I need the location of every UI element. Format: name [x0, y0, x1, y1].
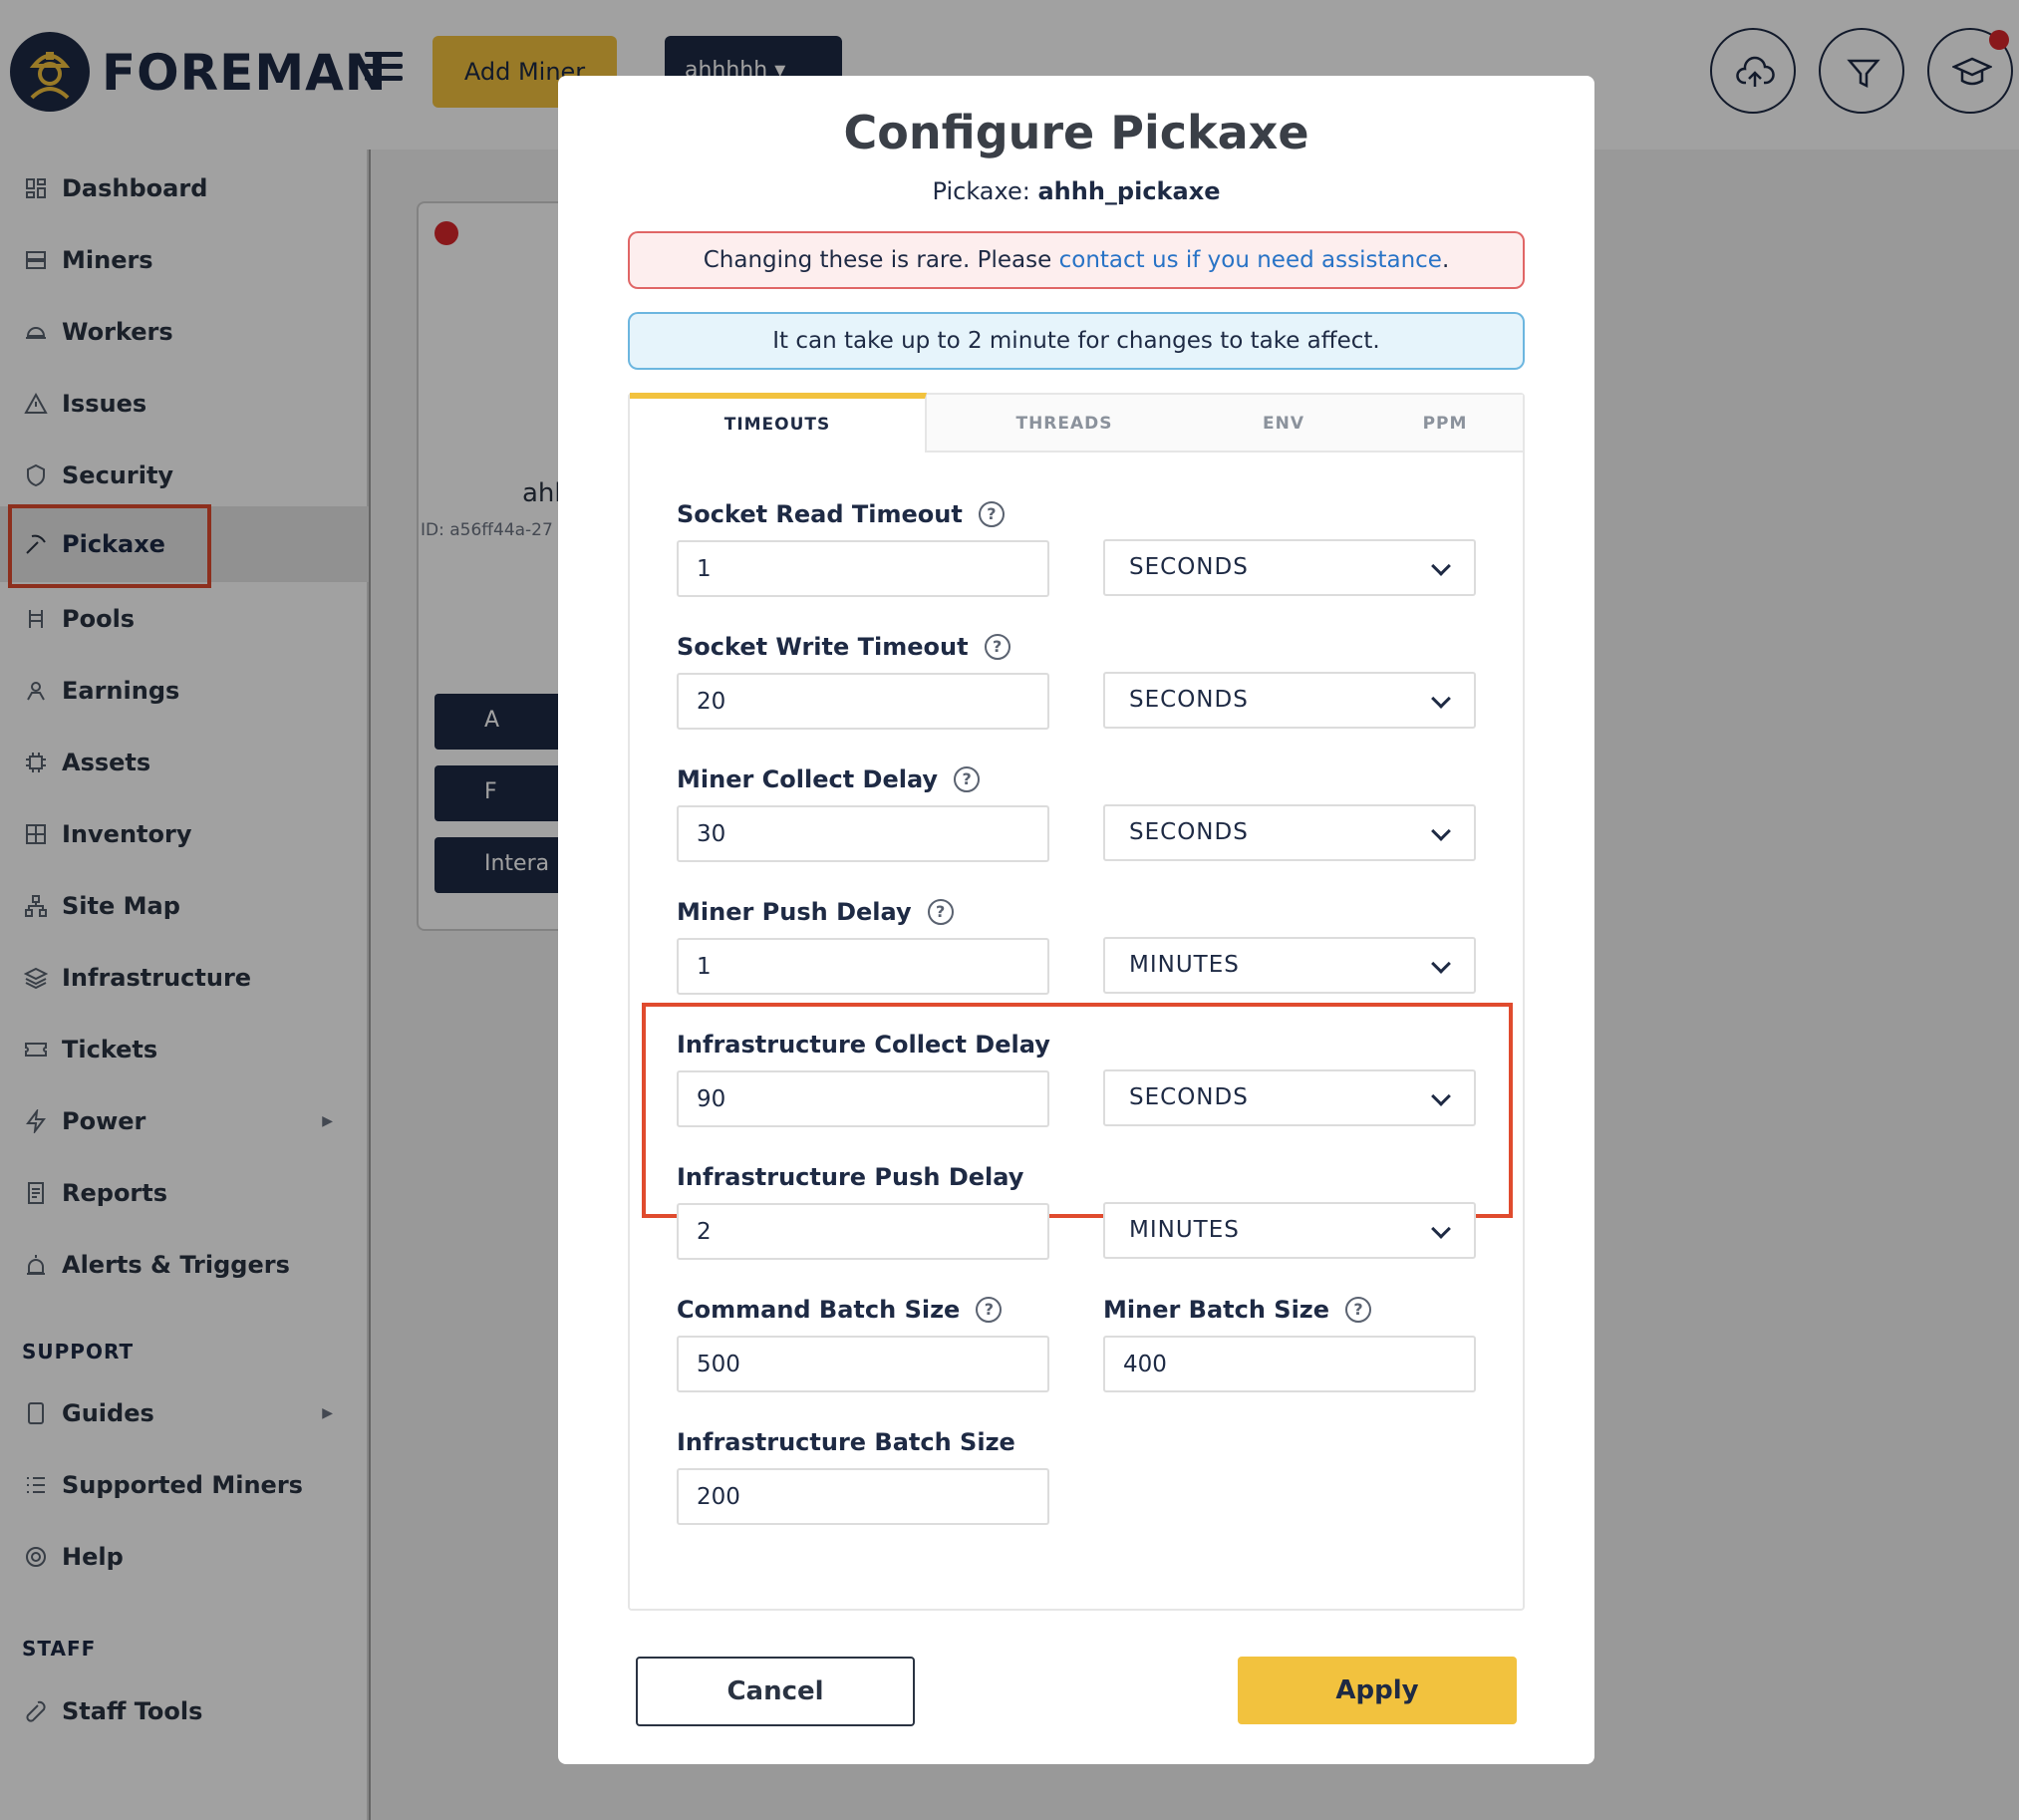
tab-env[interactable]: ENV: [1202, 395, 1365, 453]
tab-timeouts[interactable]: TIMEOUTS: [630, 393, 927, 453]
help-icon[interactable]: ?: [984, 634, 1010, 660]
cancel-button[interactable]: Cancel: [636, 1657, 915, 1726]
infrastructure-collect-delay-unit-select[interactable]: SECONDS: [1103, 1069, 1476, 1126]
help-icon[interactable]: ?: [976, 1297, 1003, 1323]
miner-push-delay-input[interactable]: [677, 938, 1049, 995]
infrastructure-collect-delay-input[interactable]: [677, 1070, 1049, 1127]
infrastructure-batch-size-label: Infrastructure Batch Size: [677, 1428, 1015, 1456]
tab-threads[interactable]: THREADS: [927, 395, 1202, 453]
warning-alert: Changing these is rare. Please contact u…: [628, 231, 1525, 289]
modal-subtitle: Pickaxe: ahhh_pickaxe: [932, 177, 1221, 205]
help-icon[interactable]: ?: [927, 899, 954, 925]
pickaxe-name: ahhh_pickaxe: [1037, 177, 1221, 205]
chevron-down-icon: [1431, 821, 1451, 841]
chevron-down-icon: [1431, 1086, 1451, 1106]
infrastructure-push-delay-input[interactable]: [677, 1203, 1049, 1260]
help-icon[interactable]: ?: [978, 501, 1005, 527]
socket-read-timeout-input[interactable]: [677, 540, 1049, 597]
socket-write-timeout-input[interactable]: [677, 673, 1049, 730]
miner-collect-delay-input[interactable]: [677, 805, 1049, 862]
chevron-down-icon: [1431, 954, 1451, 974]
miner-collect-delay-label: Miner Collect Delay?: [677, 765, 981, 793]
infrastructure-push-delay-label: Infrastructure Push Delay: [677, 1163, 1024, 1191]
miner-batch-size-label: Miner Batch Size?: [1103, 1296, 1372, 1324]
miner-push-delay-label: Miner Push Delay?: [677, 898, 954, 926]
info-alert: It can take up to 2 minute for changes t…: [628, 312, 1525, 370]
socket-write-timeout-unit-select[interactable]: SECONDS: [1103, 672, 1476, 729]
chevron-down-icon: [1431, 1219, 1451, 1239]
miner-collect-delay-unit-select[interactable]: SECONDS: [1103, 804, 1476, 861]
infrastructure-batch-size-input[interactable]: [677, 1468, 1049, 1525]
socket-write-timeout-label: Socket Write Timeout?: [677, 633, 1010, 661]
infrastructure-push-delay-unit-select[interactable]: MINUTES: [1103, 1202, 1476, 1259]
chevron-down-icon: [1431, 689, 1451, 709]
modal-title: Configure Pickaxe: [843, 106, 1309, 159]
contact-us-link[interactable]: contact us if you need assistance: [1059, 247, 1442, 273]
command-batch-size-label: Command Batch Size?: [677, 1296, 1003, 1324]
help-icon[interactable]: ?: [1345, 1297, 1372, 1323]
miner-batch-size-input[interactable]: [1103, 1336, 1476, 1392]
miner-push-delay-unit-select[interactable]: MINUTES: [1103, 937, 1476, 994]
tab-bar: TIMEOUTS THREADS ENV PPM: [630, 393, 1525, 453]
chevron-down-icon: [1431, 556, 1451, 576]
command-batch-size-input[interactable]: [677, 1336, 1049, 1392]
configure-pickaxe-modal: Configure Pickaxe Pickaxe: ahhh_pickaxe …: [558, 76, 1594, 1764]
help-icon[interactable]: ?: [954, 766, 981, 792]
tab-ppm[interactable]: PPM: [1365, 395, 1525, 453]
apply-button[interactable]: Apply: [1238, 1657, 1517, 1724]
infrastructure-collect-delay-label: Infrastructure Collect Delay: [677, 1031, 1050, 1059]
socket-read-timeout-unit-select[interactable]: SECONDS: [1103, 539, 1476, 596]
socket-read-timeout-label: Socket Read Timeout?: [677, 500, 1005, 528]
